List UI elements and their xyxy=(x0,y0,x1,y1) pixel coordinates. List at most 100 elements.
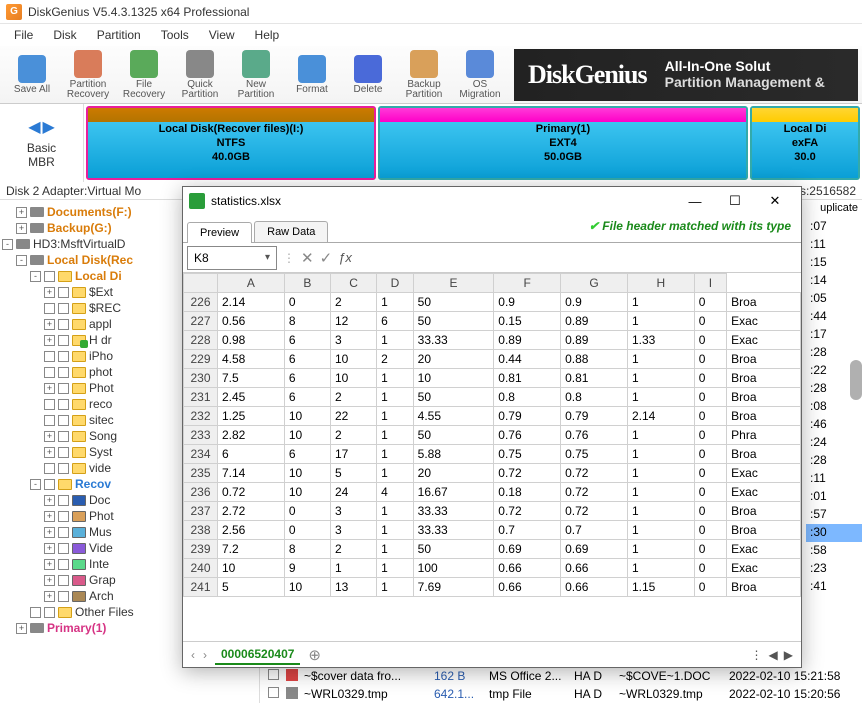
sheet-cell[interactable]: 1 xyxy=(377,521,414,540)
tree-checkbox[interactable] xyxy=(58,383,69,394)
sheet-cell[interactable]: 0.66 xyxy=(494,559,561,578)
sheet-row[interactable]: 234661715.880.750.7510Broa xyxy=(184,445,801,464)
expand-toggle-icon[interactable] xyxy=(44,463,55,474)
sheet-cell[interactable]: 2.82 xyxy=(218,426,285,445)
tree-checkbox[interactable] xyxy=(58,319,69,330)
col-header[interactable]: I xyxy=(694,274,726,293)
col-header[interactable]: A xyxy=(218,274,285,293)
sheet-cell[interactable]: 0.8 xyxy=(561,388,628,407)
sheet-cell[interactable]: Broa xyxy=(727,407,801,426)
expand-toggle-icon[interactable]: + xyxy=(44,511,55,522)
sheet-cell[interactable]: 0 xyxy=(694,388,726,407)
sheet-cell[interactable]: 1 xyxy=(627,426,694,445)
row-header[interactable]: 235 xyxy=(184,464,218,483)
sheet-cell[interactable]: 0.69 xyxy=(494,540,561,559)
tree-checkbox[interactable] xyxy=(58,399,69,410)
scrollbar-thumb[interactable] xyxy=(850,360,862,400)
sheet-cell[interactable]: 3 xyxy=(331,521,377,540)
sheet-cell[interactable]: 1 xyxy=(377,540,414,559)
sheet-cell[interactable]: 0.66 xyxy=(561,559,628,578)
row-header[interactable]: 226 xyxy=(184,293,218,312)
sheet-cell[interactable]: 1 xyxy=(377,502,414,521)
sheet-cell[interactable]: 2.72 xyxy=(218,502,285,521)
sheet-row[interactable]: 2415101317.690.660.661.150Broa xyxy=(184,578,801,597)
sheet-cell[interactable]: 6 xyxy=(284,445,330,464)
expand-toggle-icon[interactable]: + xyxy=(44,575,55,586)
sheet-cell[interactable]: 3 xyxy=(331,331,377,350)
sheet-cell[interactable]: 10 xyxy=(413,369,494,388)
sheet-cell[interactable]: 0.72 xyxy=(494,464,561,483)
col-header[interactable]: G xyxy=(561,274,628,293)
sheet-cell[interactable]: 5 xyxy=(331,464,377,483)
sheet-cell[interactable]: 0.7 xyxy=(494,521,561,540)
sheet-cell[interactable]: 0 xyxy=(694,540,726,559)
expand-toggle-icon[interactable] xyxy=(44,351,55,362)
hscroll-right-icon[interactable]: ▶ xyxy=(784,648,793,662)
col-header[interactable]: D xyxy=(377,274,414,293)
sheet-cell[interactable]: 5 xyxy=(218,578,285,597)
row-header[interactable]: 238 xyxy=(184,521,218,540)
tab-raw-data[interactable]: Raw Data xyxy=(254,221,328,242)
sheet-cell[interactable]: 2 xyxy=(331,426,377,445)
sheet-cell[interactable]: 0.81 xyxy=(561,369,628,388)
expand-toggle-icon[interactable]: + xyxy=(44,559,55,570)
row-header[interactable]: 240 xyxy=(184,559,218,578)
row-header[interactable]: 227 xyxy=(184,312,218,331)
sheet-cell[interactable]: 8 xyxy=(284,312,330,331)
expand-toggle-icon[interactable] xyxy=(44,415,55,426)
expand-toggle-icon[interactable]: - xyxy=(30,271,41,282)
row-header[interactable]: 237 xyxy=(184,502,218,521)
sheet-cell[interactable]: 0.18 xyxy=(494,483,561,502)
sheet-row[interactable]: 2307.56101100.810.8110Broa xyxy=(184,369,801,388)
sheet-cell[interactable]: 50 xyxy=(413,312,494,331)
sheet-cell[interactable]: Exac xyxy=(727,559,801,578)
sheet-cell[interactable]: Broa xyxy=(727,369,801,388)
sheet-cell[interactable]: 2 xyxy=(331,388,377,407)
sheet-cell[interactable]: 0.72 xyxy=(218,483,285,502)
sheet-cell[interactable]: 1 xyxy=(377,388,414,407)
row-checkbox[interactable] xyxy=(268,687,279,698)
sheet-cell[interactable]: Broa xyxy=(727,502,801,521)
sheet-cell[interactable]: 7.69 xyxy=(413,578,494,597)
sheet-cell[interactable]: 24 xyxy=(331,483,377,502)
sheet-cell[interactable]: 1 xyxy=(377,369,414,388)
row-header[interactable]: 241 xyxy=(184,578,218,597)
sheet-cell[interactable]: 22 xyxy=(331,407,377,426)
sheet-cell[interactable]: 1.25 xyxy=(218,407,285,426)
tree-checkbox[interactable] xyxy=(58,495,69,506)
tree-checkbox[interactable] xyxy=(58,511,69,522)
sheet-cell[interactable]: 0.76 xyxy=(561,426,628,445)
sheet-cell[interactable]: Broa xyxy=(727,578,801,597)
sheet-cell[interactable]: 1 xyxy=(627,483,694,502)
menu-disk[interactable]: Disk xyxy=(43,26,86,44)
sheet-cell[interactable]: 13 xyxy=(331,578,377,597)
partition-segment-2[interactable]: Local DiexFA30.0 xyxy=(750,106,860,180)
add-sheet-icon[interactable]: ⊕ xyxy=(308,646,321,664)
fx-icon[interactable]: ƒx xyxy=(338,250,352,265)
sheet-cell[interactable]: 0.9 xyxy=(494,293,561,312)
sheet-cell[interactable]: 1 xyxy=(377,426,414,445)
sheet-row[interactable]: 2321.25102214.550.790.792.140Broa xyxy=(184,407,801,426)
tool-partition-recovery[interactable]: Partition Recovery xyxy=(60,48,116,102)
minimize-button[interactable]: — xyxy=(675,189,715,213)
expand-toggle-icon[interactable]: + xyxy=(16,207,27,218)
sheet-row[interactable]: 2357.141051200.720.7210Exac xyxy=(184,464,801,483)
sheet-cell[interactable]: 0.7 xyxy=(561,521,628,540)
sheet-cell[interactable]: 0.79 xyxy=(561,407,628,426)
expand-toggle-icon[interactable]: + xyxy=(44,543,55,554)
expand-toggle-icon[interactable]: - xyxy=(16,255,27,266)
sheet-tab-active[interactable]: 00006520407 xyxy=(215,645,300,665)
sheet-cell[interactable]: 3 xyxy=(331,502,377,521)
sheet-cell[interactable]: 12 xyxy=(331,312,377,331)
sheet-cell[interactable]: 1 xyxy=(377,331,414,350)
tree-checkbox[interactable] xyxy=(58,367,69,378)
col-header[interactable]: B xyxy=(284,274,330,293)
tool-quick-partition[interactable]: Quick Partition xyxy=(172,48,228,102)
row-header[interactable]: 232 xyxy=(184,407,218,426)
sheet-cell[interactable]: 2.14 xyxy=(627,407,694,426)
sheet-row[interactable]: 2360.721024416.670.180.7210Exac xyxy=(184,483,801,502)
sheet-cell[interactable]: 0 xyxy=(694,293,726,312)
col-header[interactable]: E xyxy=(413,274,494,293)
sheet-cell[interactable]: 50 xyxy=(413,388,494,407)
nav-prev-icon[interactable]: ◀ xyxy=(28,117,40,137)
